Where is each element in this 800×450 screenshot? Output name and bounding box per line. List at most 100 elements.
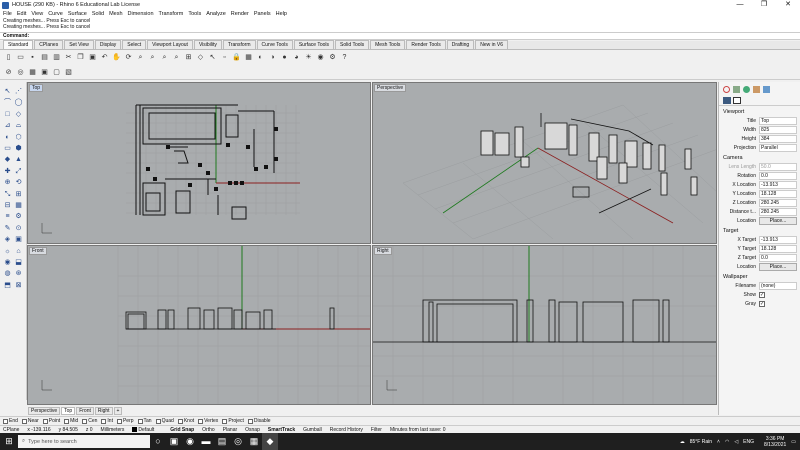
osnap-cen[interactable]: Cen	[82, 418, 97, 424]
tab-drafting[interactable]: Drafting	[446, 40, 475, 49]
height-field[interactable]: 384	[759, 134, 797, 143]
viewport-label-top[interactable]: Top	[29, 84, 44, 92]
layer-icon[interactable]: ▦	[244, 53, 253, 62]
menu-analyze[interactable]: Analyze	[206, 11, 226, 17]
x-target-field[interactable]: -13.913	[759, 235, 797, 244]
lock-icon[interactable]: 🔒	[232, 53, 241, 62]
osnap-vertex[interactable]: Vertex	[198, 418, 218, 424]
tool-icon[interactable]: ⋰	[14, 87, 23, 96]
filename-select[interactable]: (none)	[759, 281, 797, 290]
volume-icon[interactable]: ◁	[734, 439, 738, 445]
cut-icon[interactable]: ✂	[64, 53, 73, 62]
camera-place-button[interactable]: Place...	[759, 216, 797, 225]
menu-edit[interactable]: Edit	[17, 11, 26, 17]
task-view-icon[interactable]: ○	[150, 433, 166, 450]
undo-icon[interactable]: ↶	[100, 53, 109, 62]
menu-view[interactable]: View	[31, 11, 43, 17]
title-field[interactable]: Top	[759, 116, 797, 125]
viewport-top[interactable]: Top	[27, 82, 371, 244]
menu-render[interactable]: Render	[231, 11, 249, 17]
minimize-button[interactable]: —	[728, 0, 752, 10]
show-checkbox[interactable]: ✓	[759, 291, 765, 298]
layers-tab-icon[interactable]	[733, 86, 740, 93]
grid-icon[interactable]: ▦	[28, 68, 37, 77]
tool-icon[interactable]: ⊛	[14, 269, 23, 278]
planar-toggle[interactable]: Planar	[223, 427, 237, 433]
osnap-tan[interactable]: Tan	[137, 418, 152, 424]
tool-icon[interactable]: ▲	[14, 155, 23, 164]
light-icon[interactable]: ☀	[304, 53, 313, 62]
select-icon[interactable]: ↖	[208, 53, 217, 62]
tab-visibility[interactable]: Visibility	[193, 40, 222, 49]
tool-icon[interactable]: ⬢	[14, 144, 23, 153]
tool-icon[interactable]: ◍	[3, 269, 12, 278]
viewport-right[interactable]: Right	[372, 245, 717, 405]
tool-icon[interactable]: ⬡	[14, 133, 23, 142]
close-button[interactable]: ✕	[776, 0, 800, 10]
properties-tab-icon[interactable]	[723, 86, 730, 93]
gumball-toggle[interactable]: Gumball	[303, 427, 322, 433]
view-tab-front[interactable]: Front	[76, 406, 94, 415]
zoom-icon[interactable]: ⌕	[136, 53, 145, 62]
shaded-icon[interactable]: ●	[280, 53, 289, 62]
tab-mesh-tools[interactable]: Mesh Tools	[370, 40, 406, 49]
projection-select[interactable]: Parallel	[759, 143, 797, 152]
tool-icon[interactable]: ⊿	[3, 121, 12, 130]
menu-dimension[interactable]: Dimension	[128, 11, 154, 17]
tab-set-view[interactable]: Set View	[64, 40, 94, 49]
properties-icon[interactable]: ◐	[256, 53, 265, 62]
tab-cplanes[interactable]: CPlanes	[34, 40, 64, 49]
xray-icon[interactable]: ▧	[64, 68, 73, 77]
tab-transform[interactable]: Transform	[222, 40, 256, 49]
tool-icon[interactable]: ⊞	[14, 190, 23, 199]
osnap-disable[interactable]: Disable	[247, 418, 271, 424]
tab-render-tools[interactable]: Render Tools	[406, 40, 446, 49]
menu-curve[interactable]: Curve	[48, 11, 63, 17]
print-icon[interactable]: ▤	[40, 53, 49, 62]
tool-icon[interactable]: ⌓	[14, 121, 23, 130]
tool-icon[interactable]: ◯	[14, 98, 23, 107]
help-icon[interactable]: ?	[340, 53, 349, 62]
display-tab-icon[interactable]	[753, 86, 760, 93]
viewport-label-right[interactable]: Right	[374, 247, 392, 255]
status-layer[interactable]: Default	[132, 427, 162, 433]
notification-icon[interactable]: ▭	[791, 439, 796, 445]
save-icon[interactable]: ▪	[28, 53, 37, 62]
tab-surface-tools[interactable]: Surface Tools	[293, 40, 335, 49]
materials-tab-icon[interactable]	[743, 86, 750, 93]
cancel-icon[interactable]: ⊘	[4, 68, 13, 77]
weather-text[interactable]: 85°F Rain	[690, 439, 712, 445]
rhino-taskbar-icon[interactable]: ◆	[262, 433, 278, 450]
osnap-mid[interactable]: Mid	[64, 418, 78, 424]
rotation-field[interactable]: 0.0	[759, 171, 797, 180]
tool-icon[interactable]: ⌒	[3, 98, 12, 107]
z-target-field[interactable]: 0.0	[759, 253, 797, 262]
tool-icon[interactable]: ⬒	[3, 281, 12, 290]
tool-icon[interactable]: ⌂	[14, 247, 23, 256]
view-tab-right[interactable]: Right	[94, 406, 113, 415]
open-file-icon[interactable]: ▭	[16, 53, 25, 62]
teams-icon[interactable]: ▣	[166, 433, 182, 450]
viewport-props-icon[interactable]	[723, 97, 731, 104]
paste-icon[interactable]: ▣	[88, 53, 97, 62]
viewport-label-front[interactable]: Front	[29, 247, 47, 255]
file-explorer-icon[interactable]: ▬	[198, 433, 214, 450]
material-icon[interactable]: ◉	[316, 53, 325, 62]
tab-select[interactable]: Select	[122, 40, 147, 49]
weather-icon[interactable]: ☁	[680, 439, 685, 445]
tool-icon[interactable]: ⤢	[14, 167, 23, 176]
distance-field[interactable]: 280.245	[759, 207, 797, 216]
four-views-icon[interactable]: ⊞	[184, 53, 193, 62]
help-tab-icon[interactable]	[763, 86, 770, 93]
status-units[interactable]: Millimeters	[101, 427, 125, 433]
osnap-knot[interactable]: Knot	[177, 418, 194, 424]
options-icon[interactable]: ⚙	[328, 53, 337, 62]
menu-transform[interactable]: Transform	[159, 11, 184, 17]
tray-chevron-icon[interactable]: ˄	[717, 439, 720, 445]
view-tab-top[interactable]: Top	[61, 406, 76, 415]
tab-new-in-v6[interactable]: New in V6	[475, 40, 509, 49]
menu-file[interactable]: File	[3, 11, 12, 17]
osnap-int[interactable]: Int	[101, 418, 113, 424]
osnap-perp[interactable]: Perp	[116, 418, 134, 424]
grid-snap-toggle[interactable]: Grid Snap	[170, 427, 194, 433]
